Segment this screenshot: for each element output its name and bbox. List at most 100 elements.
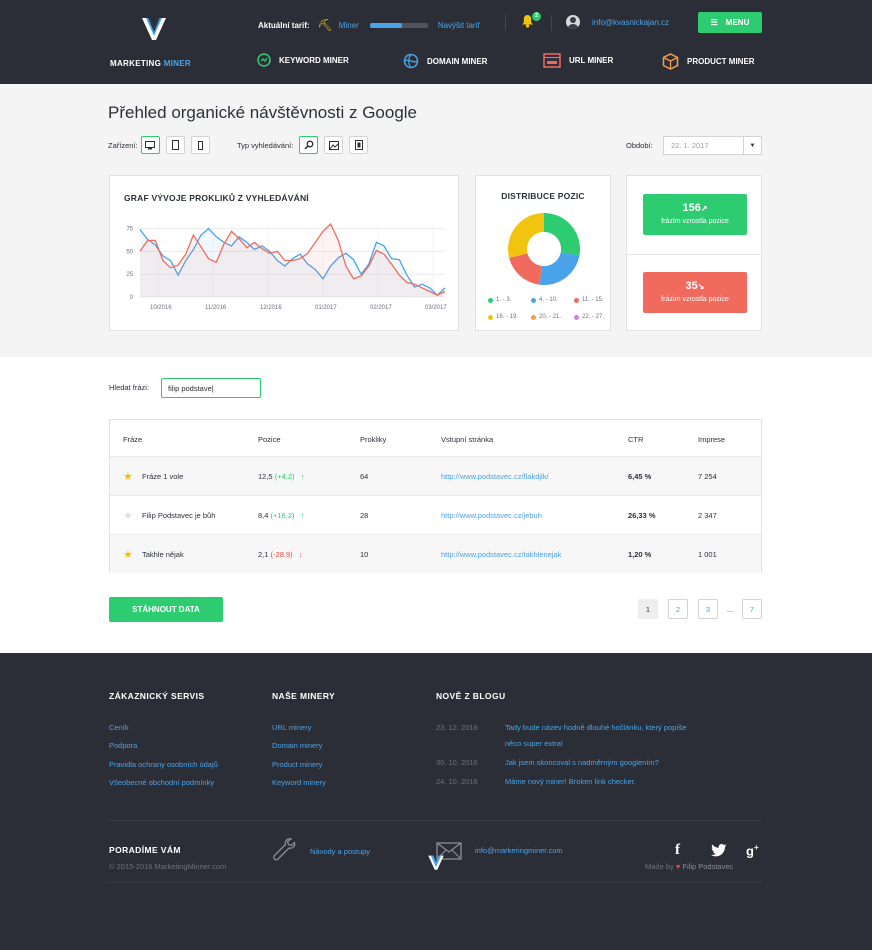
marketing-miner-footer-logo[interactable] [426, 853, 446, 871]
device-desktop-button[interactable] [140, 136, 160, 154]
blog-post-link[interactable]: Máme nový miner! Broken link checker. [505, 777, 636, 786]
made-by-text: Made by ♥ Filip Podstavec [645, 862, 734, 871]
search-type-video-button[interactable] [349, 136, 369, 154]
facebook-icon[interactable]: f [675, 842, 680, 859]
arrow-down-icon: ↓ [298, 550, 303, 559]
notifications-button[interactable]: 2 [521, 12, 541, 30]
search-type-image-button[interactable] [324, 136, 344, 154]
page-button-1[interactable]: 1 [638, 599, 658, 619]
footer-link-url-miners[interactable]: URL minery [272, 723, 311, 732]
wrench-icon [273, 838, 296, 861]
footer-link-keyword-miners[interactable]: Keyword minery [272, 778, 326, 787]
footer-link-terms[interactable]: Všeobecné obchodní podmínky [109, 778, 214, 787]
legend-dot [574, 314, 579, 320]
clicks-chart-card: GRAF VÝVOJE PROKLIKŮ Z VYHLEDÁVÁNÍ 0 25 50… [109, 175, 459, 331]
x-tick-label: 12/2016 [260, 305, 282, 311]
table-row[interactable]: ★ Filip Podstavec je bůh 8,4 (+16,2) ↑ 2… [110, 495, 761, 534]
landing-page-link[interactable]: http://www.podstavec.cz/jebuh [441, 511, 542, 520]
footer-link-product-miners[interactable]: Product minery [272, 760, 322, 769]
table-row[interactable]: ★ Fráze 1 vole 12,5 (+4,2) ↑ 64 http://w… [110, 456, 761, 495]
column-header-impressions[interactable]: Imprese [698, 435, 725, 444]
position-changes-card: 156↗ frázím vzrostla pozice 35↘ frázím v… [626, 175, 762, 331]
landing-page-link[interactable]: http://www.podstavec.cz/flakdjlk/ [441, 472, 549, 481]
nav-domain-miner[interactable]: DOMAIN MINER [403, 53, 487, 69]
column-header-ctr[interactable]: CTR [628, 435, 643, 444]
keyword-miner-icon [257, 53, 271, 67]
domain-miner-icon [403, 53, 419, 69]
column-header-phrase[interactable]: Fráze [123, 435, 142, 444]
hamburger-icon: ☰ [710, 18, 718, 27]
brand-name[interactable]: MARKETING MINER [110, 59, 191, 68]
menu-button[interactable]: ☰ MENU [698, 12, 762, 33]
page-button-2[interactable]: 2 [668, 599, 688, 619]
column-header-clicks[interactable]: Prokliky [360, 435, 386, 444]
miner-figure-icon: ⛏ [317, 18, 333, 32]
device-filter: Zařízení: [108, 136, 210, 154]
footer-link-domain-miners[interactable]: Domain minery [272, 741, 322, 750]
column-header-position[interactable]: Pozice [258, 435, 281, 444]
avatar[interactable] [566, 15, 580, 29]
legend-item: 1. - 3. [488, 297, 531, 303]
star-icon[interactable]: ★ [123, 509, 133, 522]
overview-section: Přehled organické návštěvnosti z Google … [0, 84, 872, 357]
ctr-cell: 1,20 % [628, 550, 652, 559]
y-tick-label: 25 [126, 272, 133, 278]
period-select[interactable]: 22. 1. 2017 ▼ [663, 136, 762, 155]
donut-hole [527, 232, 561, 266]
period-value: 22. 1. 2017 [671, 141, 709, 150]
page-button-7[interactable]: 7 [742, 599, 762, 619]
device-mobile-button[interactable] [190, 136, 210, 154]
landing-page-link[interactable]: http://www.podstavec.cz/takhlenejak [441, 550, 561, 559]
footer-link-pricing[interactable]: Ceník [109, 723, 129, 732]
google-plus-icon[interactable]: g+ [746, 843, 759, 858]
footer-link-support[interactable]: Podpora [109, 741, 137, 750]
phrase-search-input[interactable] [161, 378, 261, 398]
magnifier-icon [304, 140, 314, 150]
download-data-button[interactable]: STÁHNOUT DATA [109, 597, 223, 622]
mobile-icon [197, 140, 203, 150]
twitter-icon[interactable] [711, 844, 727, 857]
guides-link[interactable]: Návody a postupy [310, 847, 370, 856]
notification-count-badge: 2 [532, 12, 541, 21]
marketing-miner-logo[interactable] [140, 14, 168, 42]
blog-post-link[interactable]: Jak jsem skoncoval s nadměrným googlením… [505, 758, 659, 767]
arrow-up-icon: ↑ [300, 472, 305, 481]
positions-down-box[interactable]: 35↘ frázím vzrostla pozice [643, 272, 747, 313]
phrase-cell: Filip Podstavec je bůh [142, 511, 216, 520]
clicks-line-chart: 0 25 50 75 10/2016 11/2016 12/2016 01/2017 02/20… [126, 222, 447, 311]
column-header-landing-page[interactable]: Vstupní stránka [441, 435, 493, 444]
nav-url-miner[interactable]: URL MINER [543, 53, 613, 68]
legend-label: 1. - 3. [496, 297, 512, 303]
legend-item: 4. - 10. [531, 297, 574, 303]
legend-item: 20. - 21. [531, 314, 574, 320]
contact-email-link[interactable]: info@markeringminer.com [475, 846, 563, 855]
legend-label: 16. - 19. [496, 314, 519, 320]
device-label: Zařízení: [108, 140, 138, 150]
menu-label: MENU [725, 18, 750, 27]
footer-link-privacy[interactable]: Pravidla ochrany osobních údajů [109, 760, 218, 769]
legend-dot [531, 314, 536, 320]
nav-label: DOMAIN MINER [427, 56, 488, 66]
device-tablet-button[interactable] [165, 136, 185, 154]
search-label: Hledat frázi: [109, 383, 150, 392]
star-icon[interactable]: ★ [123, 548, 133, 561]
user-email-link[interactable]: info@kvasnickajan.cz [592, 18, 669, 27]
blog-post-link-line2[interactable]: něco super extra! [505, 739, 563, 748]
table-row[interactable]: ★ Takhle nějak 2,1 (-28,9) ↓ 10 http://w… [110, 534, 761, 573]
nav-product-miner[interactable]: PRODUCT MINER [662, 53, 755, 70]
star-icon[interactable]: ★ [123, 470, 133, 483]
footer-customer-service-title: ZÁKAZNICKÝ SERVIS [109, 691, 205, 701]
legend-dot [488, 314, 493, 320]
legend-item: 16. - 19. [488, 314, 531, 320]
page-button-3[interactable]: 3 [698, 599, 718, 619]
nav-keyword-miner[interactable]: KEYWORD MINER [257, 53, 349, 67]
header-divider [551, 15, 552, 31]
legend-item: 11. - 15. [574, 297, 617, 303]
positions-up-box[interactable]: 156↗ frázím vzrostla pozice [643, 194, 747, 235]
blog-post-link[interactable]: Tady bude název hodně dlouhé hočlánku, k… [505, 723, 686, 732]
search-type-web-button[interactable] [299, 136, 319, 154]
x-tick-label: 01/2017 [315, 305, 337, 311]
x-tick-label: 02/2017 [370, 305, 392, 311]
user-account[interactable]: info@kvasnickajan.cz [566, 15, 669, 29]
upgrade-tariff-link[interactable]: Navýšit tarif [438, 21, 480, 30]
